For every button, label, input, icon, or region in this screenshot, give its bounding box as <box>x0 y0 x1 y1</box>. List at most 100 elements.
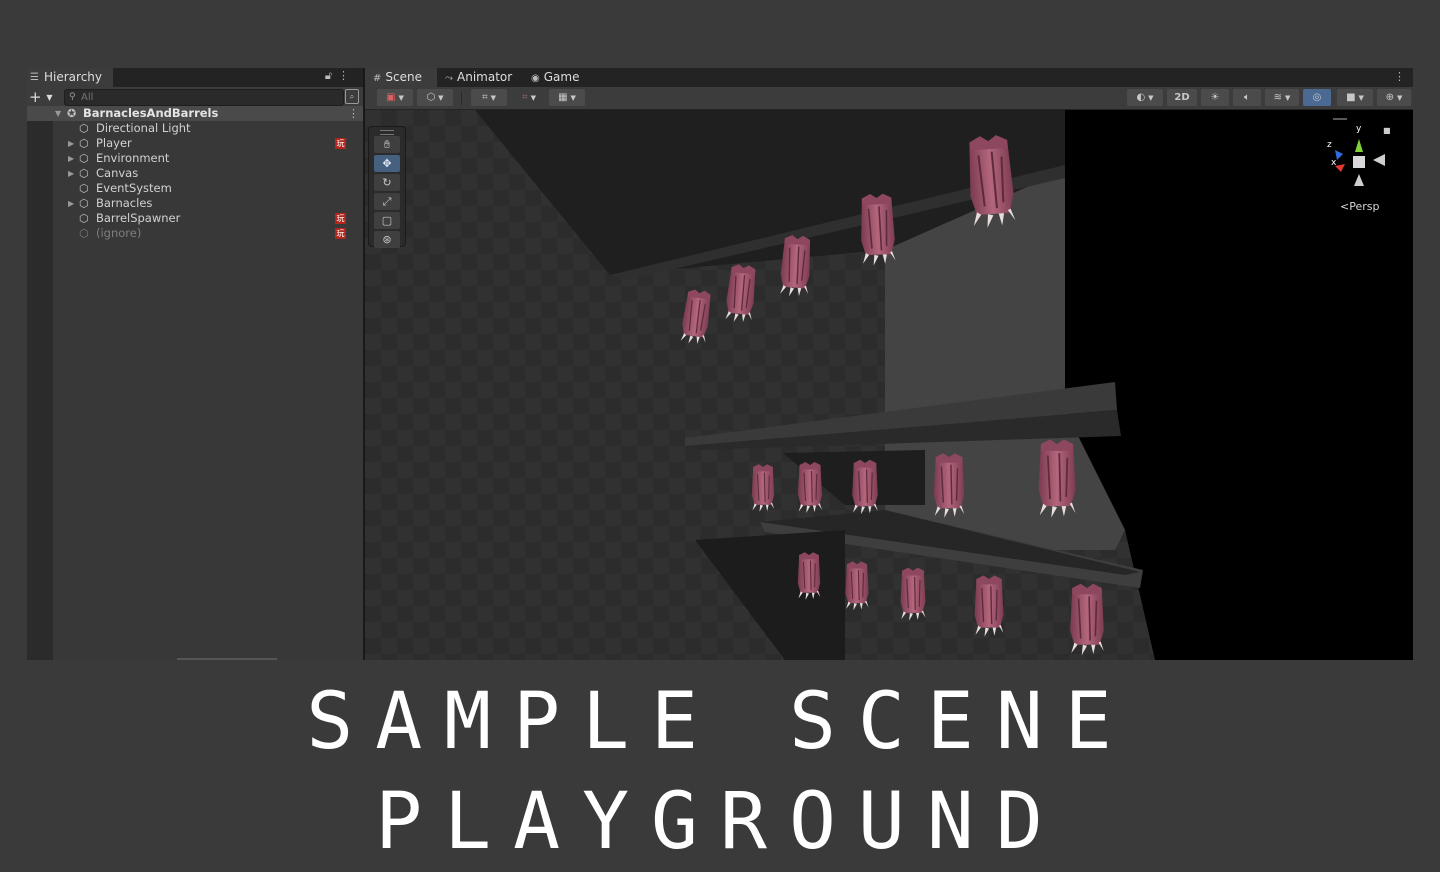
list-item[interactable]: ⬡ Directional Light <box>27 121 363 136</box>
gameobject-name: BarrelSpawner <box>96 211 181 225</box>
move-tool-icon[interactable]: ✥ <box>374 155 400 172</box>
expand-arrow-icon[interactable]: ▶ <box>68 166 74 181</box>
draw-mode-icon: ▣ <box>386 92 396 103</box>
gameobject-icon: ⬡ <box>79 212 89 225</box>
search-input[interactable] <box>81 90 331 105</box>
search-filter-icon[interactable]: ⌕ <box>345 89 359 104</box>
shading-dropdown[interactable]: ⬡ ▼ <box>417 89 453 106</box>
player-badge-icon: 玩 <box>335 213 346 224</box>
list-item[interactable]: ⬡ (ignore) 玩 <box>27 226 363 241</box>
lighting-dropdown[interactable]: ◐ ▼ <box>1127 89 1163 106</box>
axis-y-label: y <box>1356 124 1362 134</box>
tab-hierarchy-label: Hierarchy <box>44 70 103 84</box>
chevron-down-icon: ▼ <box>438 94 444 102</box>
tab-hierarchy[interactable]: ☰ Hierarchy <box>27 68 113 87</box>
gizmo-icon: ⊕ <box>1385 92 1394 103</box>
page-caption: SAMPLE SCENE PLAYGROUND <box>306 677 1134 867</box>
gizmos-dropdown[interactable]: ⊕ ▼ <box>1377 89 1411 106</box>
ruler-dropdown[interactable]: ▦ ▼ <box>549 89 585 106</box>
list-item[interactable]: ▼ ✪ BarnaclesAndBarrels ⋮ <box>27 106 363 121</box>
hierarchy-tabbar: ☰ Hierarchy 🔓︎⋮ <box>27 68 363 87</box>
gameobject-icon: ⬡ <box>79 152 89 165</box>
expand-arrow-icon[interactable]: ▶ <box>68 196 74 211</box>
expand-arrow-icon[interactable]: ▶ <box>68 151 74 166</box>
tab-animator[interactable]: ⤳ Animator <box>445 68 525 87</box>
horizontal-scrollbar[interactable] <box>177 658 277 660</box>
rotate-tool-icon[interactable]: ↻ <box>374 174 400 191</box>
projection-toggle[interactable]: <Persp <box>1340 200 1379 213</box>
snap-increment-dropdown[interactable]: ⌗ ▼ <box>513 89 545 106</box>
drag-handle-icon[interactable] <box>380 130 394 135</box>
tab-animator-label: Animator <box>457 70 513 84</box>
lighting-toggle[interactable]: ☀ <box>1201 89 1229 106</box>
grid-snap-dropdown[interactable]: ⌗ ▼ <box>471 89 507 106</box>
gameobject-name: Player <box>96 136 132 150</box>
layers-icon: ≋ <box>1273 92 1282 103</box>
kebab-menu-icon[interactable]: ⋮ <box>348 106 359 121</box>
camera-icon: ■ <box>1346 92 1356 103</box>
gamepad-icon: ◉ <box>531 73 540 84</box>
transform-tool-icon[interactable]: ⊛ <box>374 231 400 248</box>
chevron-down-icon: ▼ <box>490 94 497 102</box>
unity-scene-icon: ✪ <box>67 107 77 120</box>
gameobject-icon: ⬡ <box>79 182 89 195</box>
draw-mode-dropdown[interactable]: ▣ ▼ <box>377 89 413 106</box>
effects-dropdown[interactable]: ≋ ▼ <box>1265 89 1299 106</box>
list-item[interactable]: ⬡ EventSystem <box>27 181 363 196</box>
eye-hidden-icon: ◎ <box>1312 92 1322 103</box>
player-badge-icon: 玩 <box>335 228 346 239</box>
gameobject-icon: ⬡ <box>79 197 89 210</box>
lock-icon[interactable]: 🔓︎ <box>325 69 338 82</box>
list-item[interactable]: ▶ ⬡ Barnacles <box>27 196 363 211</box>
axis-gizmo-icon <box>1333 118 1385 186</box>
grid-icon: # <box>373 73 382 84</box>
audio-toggle[interactable]: 🔈︎ <box>1233 89 1261 106</box>
projection-label: Persp <box>1349 200 1380 213</box>
kebab-menu-icon[interactable]: ⋮ <box>338 69 355 82</box>
chevron-down-icon: ▼ <box>1148 94 1154 102</box>
axis-x-label: x <box>1331 158 1337 168</box>
rect-tool-icon[interactable]: ▢ <box>374 212 400 229</box>
transform-tools: ✋︎ ✥ ↻ ⤢ ▢ ⊛ <box>368 126 406 248</box>
expand-arrow-icon[interactable]: ▶ <box>68 136 74 151</box>
chevron-down-icon: ▼ <box>1397 94 1403 102</box>
list-icon: ☰ <box>30 72 39 83</box>
list-item[interactable]: ▶ ⬡ Player 玩 <box>27 136 363 151</box>
scene-viewport[interactable]: ✋︎ ✥ ↻ ⤢ ▢ ⊛ y z x ■ <Persp <box>365 110 1413 660</box>
scene-tabbar: # Scene ⤳ Animator ◉ Game ⋮ <box>365 68 1413 87</box>
chevron-down-icon: ▼ <box>570 94 576 102</box>
hierarchy-panel: ☰ Hierarchy 🔓︎⋮ + ▼ ⚲ ⌕ ▼ ✪ BarnaclesAnd… <box>27 68 363 660</box>
toolbar-separator <box>461 91 462 105</box>
orientation-gizmo[interactable]: y z x ■ <box>1313 114 1393 214</box>
scene-panel: # Scene ⤳ Animator ◉ Game ⋮ ▣ ▼ ⬡ ▼ ⌗ ▼ ⌗ ▼ ▦ ▼ … <box>365 68 1413 660</box>
tab-scene[interactable]: # Scene <box>365 68 437 87</box>
gameobject-name: Directional Light <box>96 121 191 135</box>
hierarchy-search: ⚲ <box>64 89 344 106</box>
scene-render <box>365 110 1413 660</box>
add-object-button[interactable]: + ▼ <box>29 88 53 107</box>
snap-icon: ⌗ <box>521 92 528 103</box>
visibility-toggle[interactable]: ◎ <box>1303 89 1331 106</box>
tab-game-label: Game <box>543 70 580 84</box>
sphere-icon: ◐ <box>1136 92 1146 103</box>
hand-tool-icon[interactable]: ✋︎ <box>374 136 400 153</box>
mode-2d-button[interactable]: 2D <box>1167 89 1197 106</box>
chevron-down-icon: ▼ <box>398 94 404 102</box>
mute-icon: 🔈︎ <box>1244 92 1250 103</box>
lock-icon[interactable]: ■ <box>1383 126 1391 135</box>
gameobject-name: (ignore) <box>96 226 142 240</box>
list-item[interactable]: ▶ ⬡ Environment <box>27 151 363 166</box>
list-item[interactable]: ▶ ⬡ Canvas <box>27 166 363 181</box>
persp-arrow-icon: < <box>1340 200 1350 213</box>
scale-tool-icon[interactable]: ⤢ <box>374 193 400 210</box>
tab-game[interactable]: ◉ Game <box>531 68 591 87</box>
chevron-down-icon: ▼ <box>1285 94 1291 102</box>
chevron-down-icon: ▼ <box>1358 94 1364 102</box>
lightbulb-icon: ☀ <box>1210 92 1220 103</box>
list-item[interactable]: ⬡ BarrelSpawner 玩 <box>27 211 363 226</box>
kebab-menu-icon[interactable]: ⋮ <box>1394 68 1405 85</box>
expand-arrow-icon[interactable]: ▼ <box>55 106 61 121</box>
camera-dropdown[interactable]: ■ ▼ <box>1337 89 1373 106</box>
scene-toolbar: ▣ ▼ ⬡ ▼ ⌗ ▼ ⌗ ▼ ▦ ▼ ◐ ▼ 2D ☀ 🔈︎ ≋ ▼ ◎ ■ ▼ ⊕ ▼ <box>365 87 1413 110</box>
chevron-down-icon: ▼ <box>46 93 53 102</box>
